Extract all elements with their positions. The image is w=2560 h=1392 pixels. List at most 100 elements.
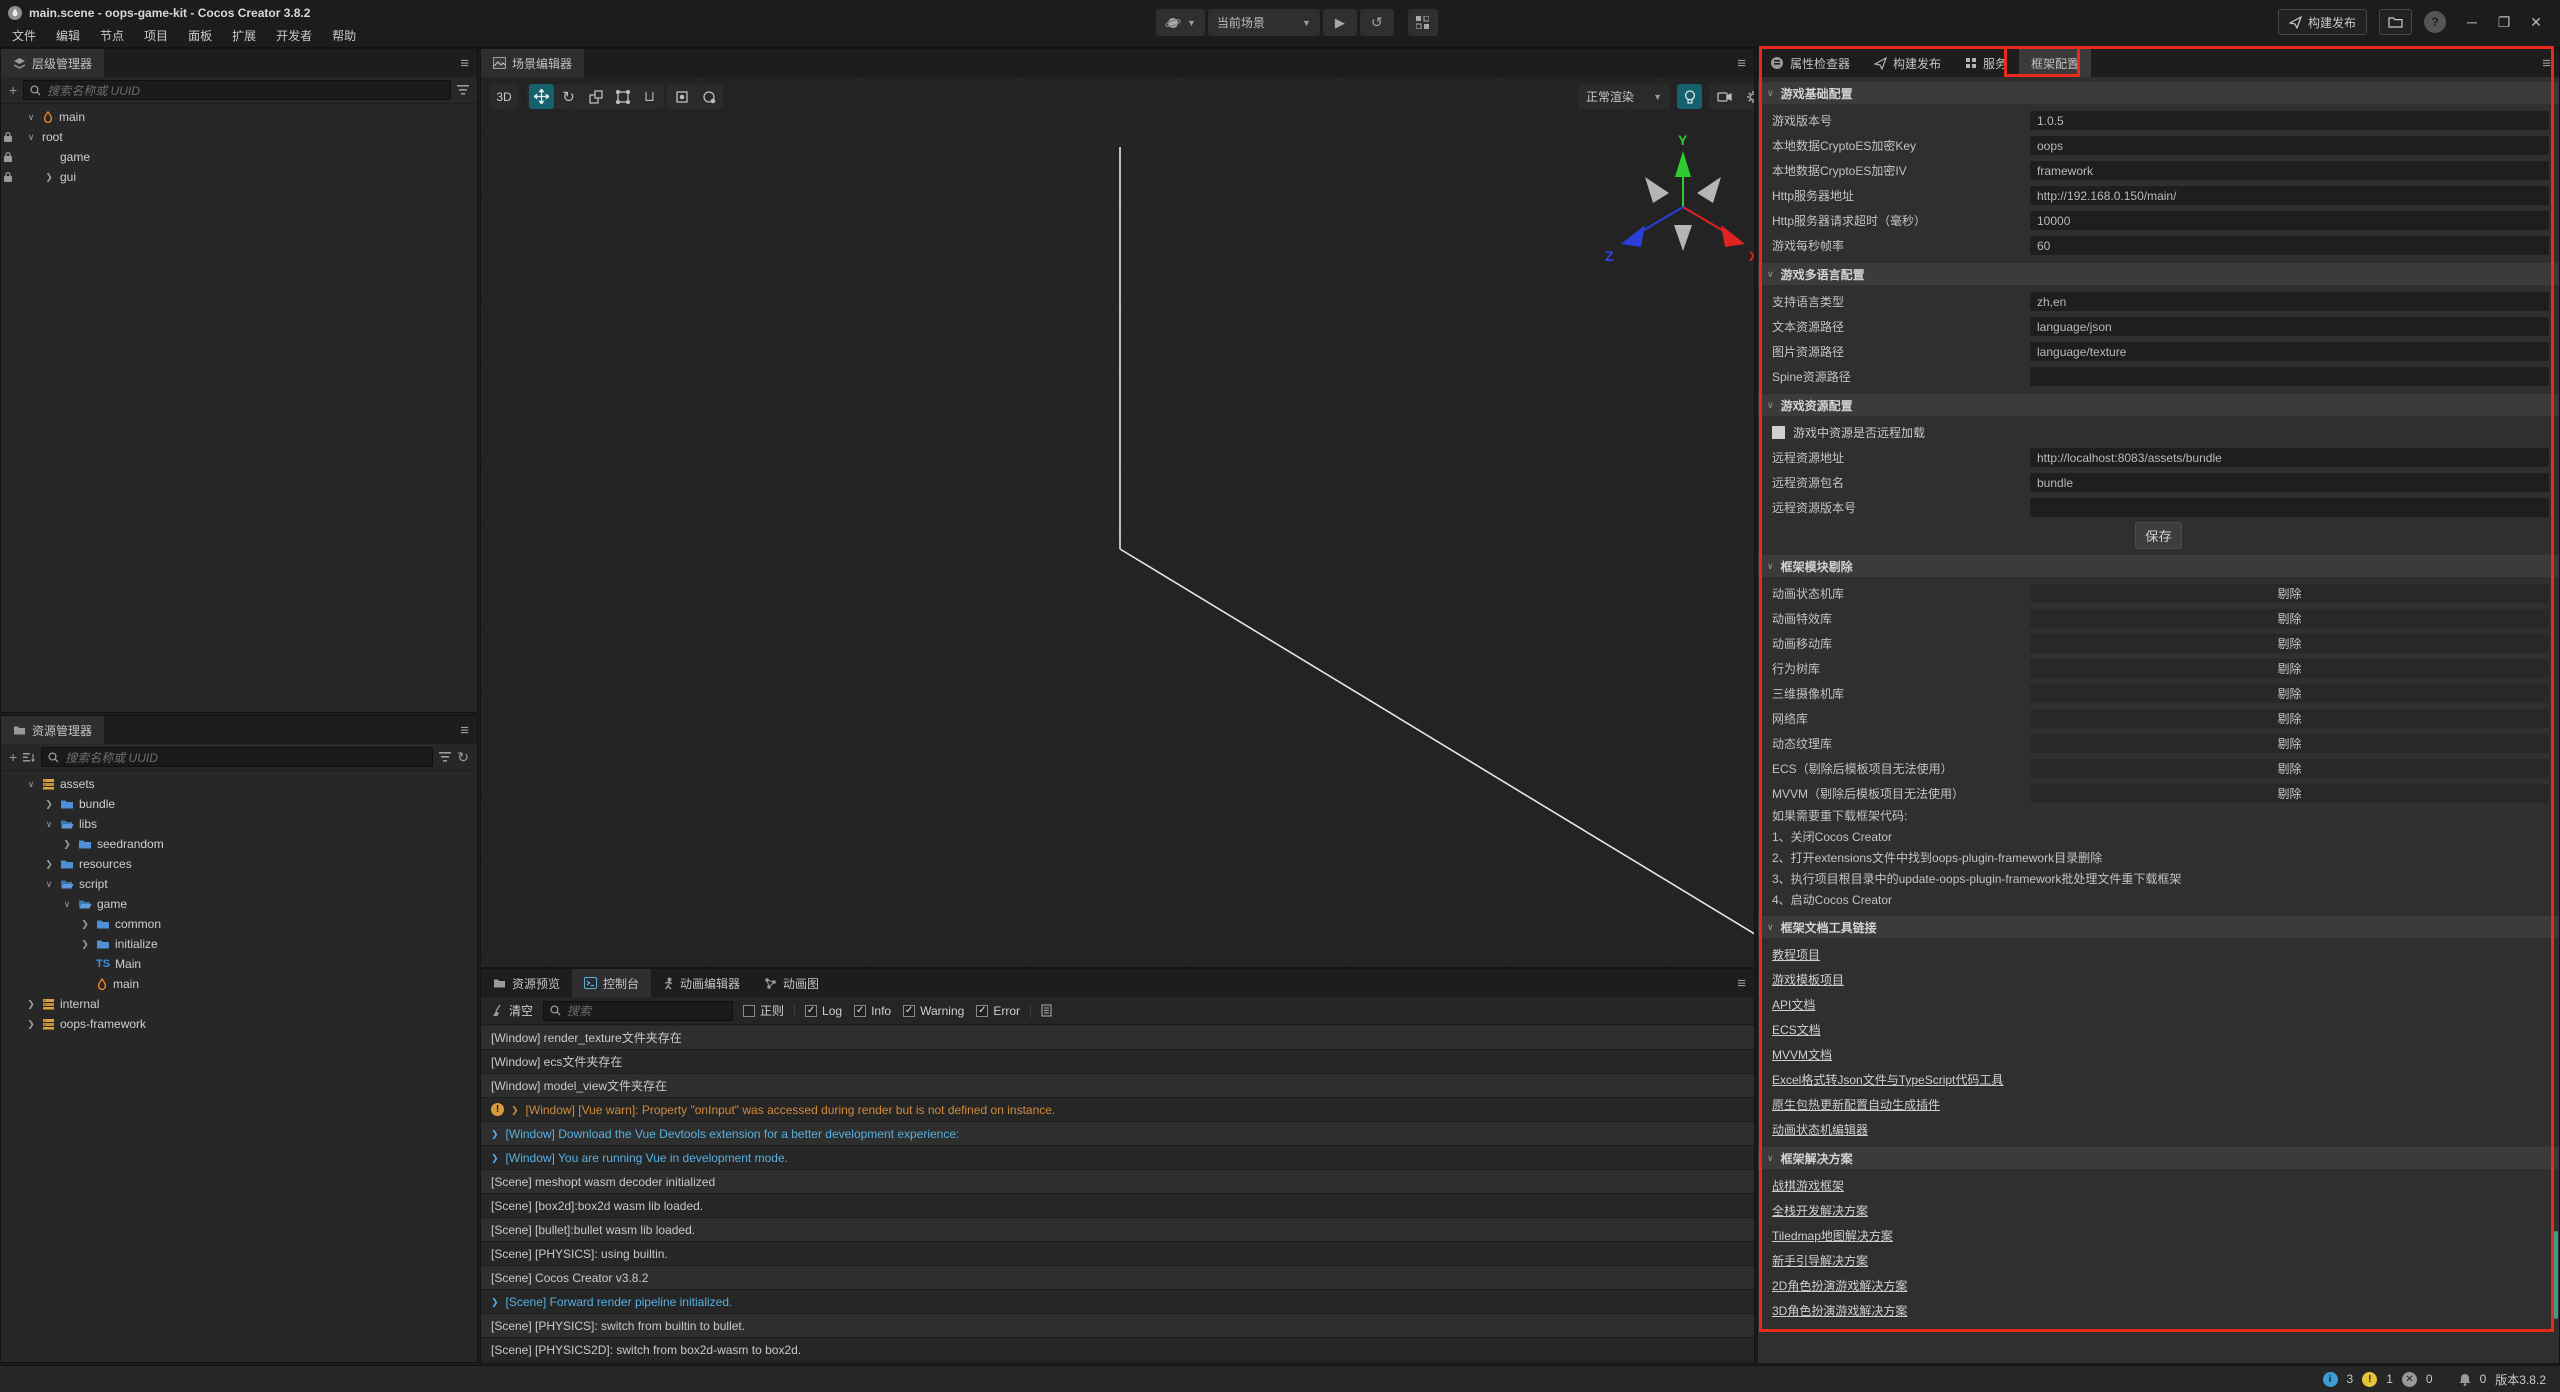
field-input-图片资源路径[interactable]: language/texture: [2030, 342, 2549, 361]
console-log-row[interactable]: [Scene] [PHYSICS]: using builtin.: [481, 1242, 1754, 1266]
chevron-right-icon[interactable]: ❯: [43, 859, 55, 870]
close-button[interactable]: ✕: [2522, 14, 2550, 31]
link-动画状态机编辑器[interactable]: 动画状态机编辑器: [1772, 1121, 1868, 1138]
expand-chevron-icon[interactable]: ❯: [491, 1290, 499, 1314]
link-新手引导解决方案[interactable]: 新手引导解决方案: [1772, 1252, 1868, 1269]
menu-item-6[interactable]: 扩展: [222, 24, 266, 48]
tree-node-game[interactable]: ∨game: [1, 894, 477, 914]
hierarchy-search-input[interactable]: 搜索名称或 UUID: [23, 80, 451, 100]
section-header-框架文档工具链接[interactable]: ∨框架文档工具链接: [1758, 916, 2559, 938]
console-log-row[interactable]: [Window] model_view文件夹存在: [481, 1074, 1754, 1098]
remove-button-行为树库[interactable]: 剔除: [2030, 659, 2549, 678]
chevron-right-icon[interactable]: ❯: [79, 919, 91, 930]
remove-button-三维摄像机库[interactable]: 剔除: [2030, 684, 2549, 703]
field-input-本地数据CryptoES加密IV[interactable]: framework: [2030, 161, 2549, 180]
tab-console[interactable]: 控制台: [572, 969, 651, 997]
tree-node-seedrandom[interactable]: ❯seedrandom: [1, 834, 477, 854]
regex-checkbox[interactable]: 正则: [743, 1002, 784, 1019]
rotate-tool-button[interactable]: ↻: [556, 84, 581, 109]
section-header-框架解决方案[interactable]: ∨框架解决方案: [1758, 1147, 2559, 1169]
menu-item-2[interactable]: 编辑: [46, 24, 90, 48]
remove-button-ECS（剔除后模板项目无法使用）[interactable]: 剔除: [2030, 759, 2549, 778]
console-log-row[interactable]: !❯[Window] [Vue warn]: Property "onInput…: [481, 1098, 1754, 1122]
chevron-right-icon[interactable]: ❯: [79, 939, 91, 950]
section-header-游戏多语言配置[interactable]: ∨游戏多语言配置: [1758, 263, 2559, 285]
link-Excel格式转Json文件与TypeScript代码工具[interactable]: Excel格式转Json文件与TypeScript代码工具: [1772, 1071, 2003, 1088]
tab-scene-editor[interactable]: 场景编辑器: [481, 49, 584, 77]
link-3D角色扮演游戏解决方案[interactable]: 3D角色扮演游戏解决方案: [1772, 1302, 1907, 1319]
link-游戏模板项目[interactable]: 游戏模板项目: [1772, 971, 1844, 988]
assets-search-input[interactable]: 搜索名称或 UUID: [41, 747, 433, 767]
filter-error[interactable]: ✓Error: [976, 1004, 1020, 1018]
tab-framework-config[interactable]: 框架配置: [2019, 49, 2091, 77]
open-project-folder-button[interactable]: [2379, 9, 2412, 35]
chevron-down-icon[interactable]: ∨: [43, 819, 55, 830]
field-input-文本资源路径[interactable]: language/json: [2030, 317, 2549, 336]
create-asset-button[interactable]: +: [9, 749, 17, 765]
tree-node-oops-framework[interactable]: ❯oops-framework: [1, 1014, 477, 1034]
tab-build[interactable]: 构建发布: [1862, 49, 1953, 77]
tab-animation-editor[interactable]: 动画编辑器: [651, 969, 752, 997]
console-log-list[interactable]: [Window] render_texture文件夹存在[Window] ecs…: [481, 1026, 1754, 1362]
scene-viewport[interactable]: YXZ 3D ↻ ⊔: [481, 77, 1754, 967]
gizmo-tool-button[interactable]: ⊔: [637, 84, 662, 109]
log-file-icon[interactable]: [1041, 1004, 1052, 1017]
console-log-row[interactable]: [Scene] meshopt wasm decoder initialized: [481, 1170, 1754, 1194]
filter-log[interactable]: ✓Log: [805, 1004, 842, 1018]
remove-button-动画状态机库[interactable]: 剔除: [2030, 584, 2549, 603]
render-mode-select[interactable]: 正常渲染 ▼: [1578, 84, 1670, 109]
console-log-row[interactable]: ❯[Scene] Forward render pipeline initial…: [481, 1290, 1754, 1314]
scale-tool-button[interactable]: [583, 84, 608, 109]
menu-item-8[interactable]: 帮助: [322, 24, 366, 48]
tab-assets[interactable]: 资源管理器: [1, 716, 104, 744]
clear-console-button[interactable]: 清空: [491, 1002, 533, 1019]
console-log-row[interactable]: [Scene] [PHYSICS2D]: switch from box2d-w…: [481, 1338, 1754, 1362]
menu-item-4[interactable]: 项目: [134, 24, 178, 48]
refresh-icon[interactable]: ↻: [457, 749, 469, 766]
tree-node-main[interactable]: main: [1, 974, 477, 994]
remote-load-checkbox[interactable]: [1772, 426, 1785, 439]
console-log-row[interactable]: ❯[Window] Download the Vue Devtools exte…: [481, 1122, 1754, 1146]
field-input-远程资源版本号[interactable]: [2030, 498, 2549, 517]
tree-node-initialize[interactable]: ❯initialize: [1, 934, 477, 954]
console-log-row[interactable]: ❯[Window] You are running Vue in develop…: [481, 1146, 1754, 1170]
tree-node-script[interactable]: ∨script: [1, 874, 477, 894]
create-node-button[interactable]: +: [9, 82, 17, 98]
sort-icon[interactable]: [23, 752, 35, 763]
help-button[interactable]: ?: [2424, 11, 2446, 33]
remove-button-网络库[interactable]: 剔除: [2030, 709, 2549, 728]
menu-item-5[interactable]: 面板: [178, 24, 222, 48]
menu-item-3[interactable]: 节点: [90, 24, 134, 48]
link-API文档[interactable]: API文档: [1772, 996, 1815, 1013]
field-input-游戏每秒帧率[interactable]: 60: [2030, 236, 2549, 255]
bell-icon[interactable]: [2459, 1373, 2471, 1386]
chevron-right-icon[interactable]: ❯: [43, 172, 55, 183]
tree-node-common[interactable]: ❯common: [1, 914, 477, 934]
pivot-position-button[interactable]: [669, 84, 694, 109]
info-status-icon[interactable]: i: [2323, 1372, 2338, 1387]
field-input-Http服务器地址[interactable]: http://192.168.0.150/main/: [2030, 186, 2549, 205]
menu-item-7[interactable]: 开发者: [266, 24, 322, 48]
remove-button-MVVM（剔除后模板项目无法使用）[interactable]: 剔除: [2030, 784, 2549, 803]
link-战棋游戏框架[interactable]: 战棋游戏框架: [1772, 1177, 1844, 1194]
tree-node-gui[interactable]: ❯gui: [1, 167, 477, 187]
console-search-input[interactable]: 搜索: [543, 1001, 733, 1021]
chevron-down-icon[interactable]: ∨: [25, 132, 37, 143]
tab-animation-graph[interactable]: 动画图: [752, 969, 831, 997]
field-input-远程资源包名[interactable]: bundle: [2030, 473, 2549, 492]
play-button[interactable]: ▶: [1323, 9, 1357, 36]
tree-node-root[interactable]: ∨root: [1, 127, 477, 147]
chevron-down-icon[interactable]: ∨: [61, 899, 73, 910]
maximize-button[interactable]: ❐: [2490, 14, 2518, 31]
expand-chevron-icon[interactable]: ❯: [491, 1122, 499, 1146]
rect-tool-button[interactable]: [610, 84, 635, 109]
link-Tiledmap地图解决方案[interactable]: Tiledmap地图解决方案: [1772, 1227, 1893, 1244]
tree-node-main[interactable]: TSMain: [1, 954, 477, 974]
link-2D角色扮演游戏解决方案[interactable]: 2D角色扮演游戏解决方案: [1772, 1277, 1907, 1294]
filter-icon[interactable]: [457, 85, 469, 95]
hierarchy-menu-icon[interactable]: ≡: [460, 49, 469, 77]
build-publish-button[interactable]: 构建发布: [2278, 9, 2367, 35]
gear-icon[interactable]: [1740, 84, 1754, 109]
section-header-游戏资源配置[interactable]: ∨游戏资源配置: [1758, 394, 2559, 416]
expand-chevron-icon[interactable]: ❯: [511, 1098, 519, 1122]
